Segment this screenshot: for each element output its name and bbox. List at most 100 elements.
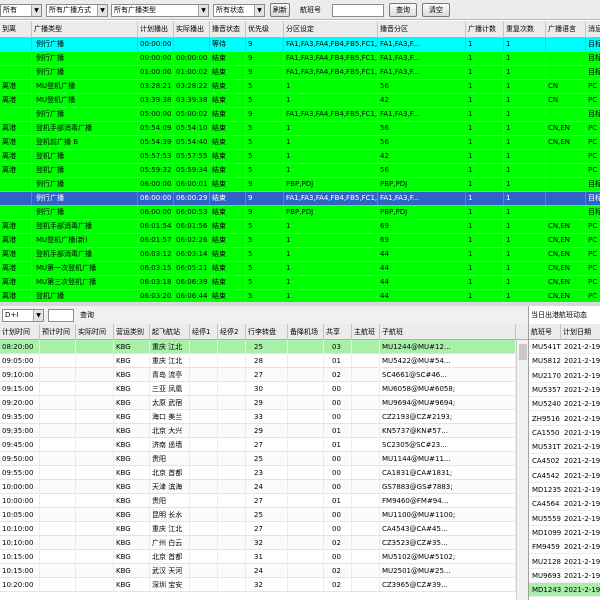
flight-row[interactable]: 10:00:00 KBG 天津 滨海 24 00 GS7883@GS#7883;: [0, 480, 516, 494]
column-header[interactable]: 优先级: [246, 21, 284, 38]
flight-row[interactable]: 09:10:00 KBG 青岛 流亭 27 02 SC4661@SC#46...: [0, 368, 516, 382]
flight-column-header[interactable]: 共享: [324, 324, 352, 340]
departure-column-header[interactable]: 航班号: [529, 324, 561, 340]
departure-cell-flight: CA4542: [532, 471, 560, 480]
column-header[interactable]: 广播语言: [546, 21, 586, 38]
flight-query-link[interactable]: 查询: [80, 309, 104, 322]
departure-row[interactable]: MU5240T2021-2-19: [529, 397, 600, 412]
flight-cell-alt: [288, 550, 324, 564]
flight-column-header[interactable]: 实际时间: [76, 324, 114, 340]
flight-cell-s1: [190, 550, 218, 564]
departure-row[interactable]: FM9459 2021-2-19: [529, 540, 600, 555]
broadcast-type-select[interactable]: 所有广播类型 ▼: [111, 4, 209, 17]
flight-column-header[interactable]: 备降机场: [288, 324, 324, 340]
broadcast-row[interactable]: 例行广播 06:00:00 06:00:29 结束 9 FA1,FA3,FA4,FB4,F…: [0, 192, 600, 206]
departure-row[interactable]: MU5357 2021-2-19: [529, 382, 600, 397]
broadcast-cell-actual: 05:54:40: [174, 136, 210, 149]
flight-row[interactable]: 09:45:00 KBG 济南 遥墙 27 01 SC2305@SC#23...: [0, 438, 516, 452]
scrollbar-thumb[interactable]: [519, 344, 527, 360]
departure-row[interactable]: CA4502 2021-2-19: [529, 454, 600, 469]
flight-column-header[interactable]: 起飞航站: [150, 324, 190, 340]
flight-column-header[interactable]: 主航班: [352, 324, 380, 340]
flight-filter-input[interactable]: [48, 309, 74, 322]
flight-row[interactable]: 08:20:00 KBG 重庆 江北 25 03 MU1244@MU#12...: [0, 340, 516, 354]
departure-row[interactable]: MD1099 2021-2-19: [529, 525, 600, 540]
flight-row[interactable]: 10:05:00 KBG 昆明 长水 25 00 MU1100@MU#1100;: [0, 508, 516, 522]
departure-row[interactable]: MU531T 2021-2-19: [529, 440, 600, 455]
flight-column-header[interactable]: 行李转盘: [246, 324, 288, 340]
broadcast-row[interactable]: 例行广播 01:00:00 01:00:02 结束 9 FA1,FA3,FA4,FB4,F…: [0, 66, 600, 80]
departure-row[interactable]: MU2170 2021-2-19: [529, 368, 600, 383]
flight-column-header[interactable]: 经停2: [218, 324, 246, 340]
departure-row[interactable]: CA1550 2021-2-19: [529, 425, 600, 440]
departure-row[interactable]: MD1235 2021-2-19: [529, 483, 600, 497]
flight-row[interactable]: 10:10:00 KBG 广州 白云 32 02 CZ3523@CZ#35...: [0, 536, 516, 550]
query-button[interactable]: 查询: [389, 3, 417, 17]
column-header[interactable]: 重复次数: [504, 21, 546, 38]
flight-row[interactable]: 09:20:00 KBG 太原 武宿 29 00 MU9694@MU#9694;: [0, 396, 516, 410]
departure-cell-date: 2021-2-19: [564, 528, 600, 537]
flight-no-input[interactable]: [332, 4, 384, 17]
broadcast-row[interactable]: 离港 MU第一次登机广播 06:03:15 06:05:21 结束 5 1 44 1 1 CN,EN…: [0, 262, 600, 276]
column-header[interactable]: 消息: [586, 21, 600, 38]
flight-row[interactable]: 09:50:00 KBG 贵阳 25 00 MU1144@MU#11...: [0, 452, 516, 466]
flight-row[interactable]: 09:55:00 KBG 北京 首都 23 00 CA1831@CA#1831;: [0, 466, 516, 480]
flight-row[interactable]: 09:35:00 KBG 北京 大兴 29 01 KN5737@KN#57...: [0, 424, 516, 438]
column-header[interactable]: 到离: [0, 21, 32, 38]
broadcast-row[interactable]: 例行广播 05:00:00 05:00:02 结束 9 FA1,FA3,FA4,FB4,F…: [0, 108, 600, 122]
refresh-button[interactable]: 刷新: [270, 3, 290, 17]
flight-row[interactable]: 09:15:00 KBG 三亚 凤凰 30 00 MU6058@MU#6058;: [0, 382, 516, 396]
broadcast-row[interactable]: 离港 MU登机广播(新) 06:01:57 06:02:26 结束 5 1 69 1 1 CN,EN…: [0, 234, 600, 248]
flight-row[interactable]: 10:15:00 KBG 北京 首都 31 00 MU5102@MU#5102;: [0, 550, 516, 564]
column-header[interactable]: 播音分区: [378, 21, 466, 38]
flight-column-header[interactable]: 计划时间: [0, 324, 40, 340]
broadcast-row[interactable]: 例行广播 00:00:00 等待 9 FA1,FA3,FA4,FB4,FB5,FC1, F…: [0, 38, 600, 52]
broadcast-cell-actual: 05:59:34: [174, 164, 210, 177]
broadcast-row[interactable]: 离港 登机手部消毒广播 06:01:54 06:01:56 结束 5 1 69 1 1 CN,EN P…: [0, 220, 600, 234]
broadcast-row[interactable]: 例行广播 00:00:00 00:00:00 结束 9 FA1,FA3,FA4,FB4,F…: [0, 52, 600, 66]
departure-row[interactable]: MU5812 2021-2-19: [529, 354, 600, 369]
broadcast-row[interactable]: 离港 登机广播 05:57:53 05:57:55 结束 5 1 42 1 1 PC: [0, 150, 600, 164]
flight-row[interactable]: 10:00:00 KBG 贵阳 27 01 FM9460@FM#94...: [0, 494, 516, 508]
flight-grid-scrollbar[interactable]: [516, 340, 528, 600]
broadcast-row[interactable]: 离港 登机广播 06:03:20 06:06:44 结束 5 1 44 1 1 CN,EN PC: [0, 290, 600, 302]
departure-row[interactable]: MU541T 2021-2-19: [529, 340, 600, 354]
flight-row[interactable]: 09:05:00 KBG 重庆 江北 28 01 MU5422@MU#54...: [0, 354, 516, 368]
column-header[interactable]: 计划播出: [138, 21, 174, 38]
flight-row[interactable]: 09:35:00 KBG 海口 美兰 33 00 CZ2193@CZ#2193;: [0, 410, 516, 424]
departure-row[interactable]: ZH9516 2021-2-19: [529, 411, 600, 426]
broadcast-row[interactable]: 离港 MU登机广播 03:28:21 03:28:22 结束 5 1 56 1 1 CN PC: [0, 80, 600, 94]
departure-row[interactable]: MU2128 2021-2-19: [529, 554, 600, 569]
departure-row[interactable]: MD1243 2021-2-19: [529, 583, 600, 598]
column-header[interactable]: 实际播出: [174, 21, 210, 38]
broadcast-row[interactable]: 离港 登机手部消毒广播 05:54:09 05:54:10 结束 5 1 56 1 1 CN,EN P…: [0, 122, 600, 136]
flight-column-header[interactable]: 经停1: [190, 324, 218, 340]
flight-row[interactable]: 10:15:00 KBG 武汉 天河 24 02 MU2501@MU#25...: [0, 564, 516, 578]
departure-row[interactable]: CA4542 2021-2-19: [529, 468, 600, 483]
column-header[interactable]: 播音状态: [210, 21, 246, 38]
broadcast-row[interactable]: 离港 登机手部消毒广播 06:03:12 06:03:14 结束 5 1 44 1 1 CN,EN P…: [0, 248, 600, 262]
broadcast-row[interactable]: 例行广播 06:00:00 06:00:01 结束 9 PBP,PDJ PBP,PDJ 1 1 目…: [0, 178, 600, 192]
flight-column-header[interactable]: 子航班: [380, 324, 516, 340]
departure-row[interactable]: MU5559 2021-2-19: [529, 511, 600, 526]
flight-column-header[interactable]: 预计时间: [40, 324, 76, 340]
direction-filter-select[interactable]: 所有 ▼: [0, 4, 42, 17]
flight-row[interactable]: 10:20:00 KBG 深圳 宝安 32 02 CZ3965@CZ#39...: [0, 578, 516, 592]
broadcast-row[interactable]: 离港 MU第三次登机广播 06:03:18 06:06:39 结束 5 1 44 1 1 CN,EN…: [0, 276, 600, 290]
status-filter-select[interactable]: 所有状态 ▼: [213, 4, 265, 17]
flight-direction-select[interactable]: D+I ▼: [2, 309, 44, 322]
clear-button[interactable]: 清空: [422, 3, 450, 17]
broadcast-row[interactable]: 离港 登机广播 05:59:32 05:59:34 结束 5 1 56 1 1 PC: [0, 164, 600, 178]
departure-row[interactable]: MU9693 2021-2-19: [529, 568, 600, 583]
column-header[interactable]: 广播类型: [32, 21, 138, 38]
broadcast-row[interactable]: 例行广播 06:00:00 06:00:53 结束 9 PBP,PDJ PBP,PDJ 1 1 目…: [0, 206, 600, 220]
departure-row[interactable]: CA4564 2021-2-19: [529, 497, 600, 512]
flight-row[interactable]: 10:10:00 KBG 重庆 江北 27 00 CA4543@CA#45...: [0, 522, 516, 536]
column-header[interactable]: 分区设定: [284, 21, 378, 38]
column-header[interactable]: 广播计数: [466, 21, 504, 38]
broadcast-row[interactable]: 离港 MU登机广播 03:39:38 03:39:38 结束 5 1 42 1 1 CN PC: [0, 94, 600, 108]
flight-column-header[interactable]: 营运类别: [114, 324, 150, 340]
departure-column-header[interactable]: 计划日期: [561, 324, 600, 340]
broadcast-mode-select[interactable]: 所有广播方式 ▼: [46, 4, 108, 17]
broadcast-row[interactable]: 离港 登机前广播 B 05:54:39 05:54:40 结束 5 1 56 1 1 CN,EN PC: [0, 136, 600, 150]
